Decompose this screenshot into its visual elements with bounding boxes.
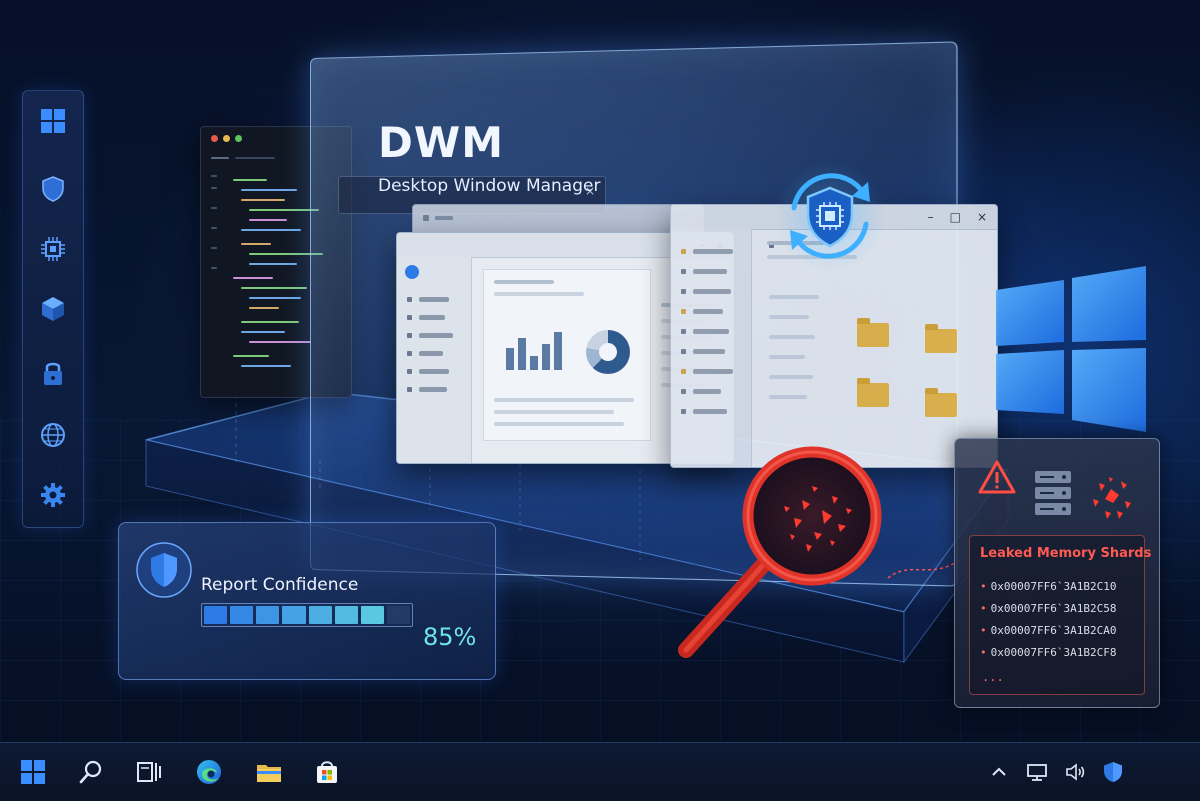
shattered-shard-icon [1093,477,1131,519]
progress-segment [204,606,228,624]
server-icon [1035,471,1071,515]
confidence-percent: 85% [423,623,477,651]
report-confidence-label: Report Confidence [201,575,359,595]
network-icon[interactable] [1024,759,1050,785]
memory-address: • 0x00007FF6`3A1B2C10 [980,580,1117,593]
leaked-memory-list: Leaked Memory Shards • 0x00007FF6`3A1B2C1… [969,535,1151,695]
magnifier-icon [678,446,882,658]
shield-icon [136,542,192,598]
progress-segment [360,606,384,624]
warning-icon [978,460,1016,494]
progress-segment [256,606,280,624]
edge-icon[interactable] [192,755,226,789]
memory-address: • 0x00007FF6`3A1B2C58 [980,602,1117,615]
chevron-up-icon[interactable] [986,759,1012,785]
progress-segment [282,606,306,624]
report-confidence-card: Report Confidence 85% [118,522,496,680]
file-explorer-icon[interactable] [252,755,286,789]
task-view-icon[interactable] [132,755,166,789]
search-icon[interactable] [74,755,108,789]
progress-segment [230,606,254,624]
more-addresses-ellipsis: ... [982,670,1004,684]
taskbar [0,742,1200,801]
start-icon[interactable] [16,755,50,789]
store-icon[interactable] [310,755,344,789]
memory-leak-alert-panel: Leaked Memory Shards • 0x00007FF6`3A1B2C1… [954,438,1160,708]
volume-icon[interactable] [1062,759,1088,785]
memory-address: • 0x00007FF6`3A1B2CF8 [980,646,1117,659]
memory-address: • 0x00007FF6`3A1B2CA0 [980,624,1117,637]
progress-segment [334,606,358,624]
progress-segment [386,606,410,624]
security-shield-icon[interactable] [1100,759,1126,785]
progress-segment [308,606,332,624]
leaked-memory-title: Leaked Memory Shards [980,546,1152,561]
confidence-progress-bar [201,603,413,627]
